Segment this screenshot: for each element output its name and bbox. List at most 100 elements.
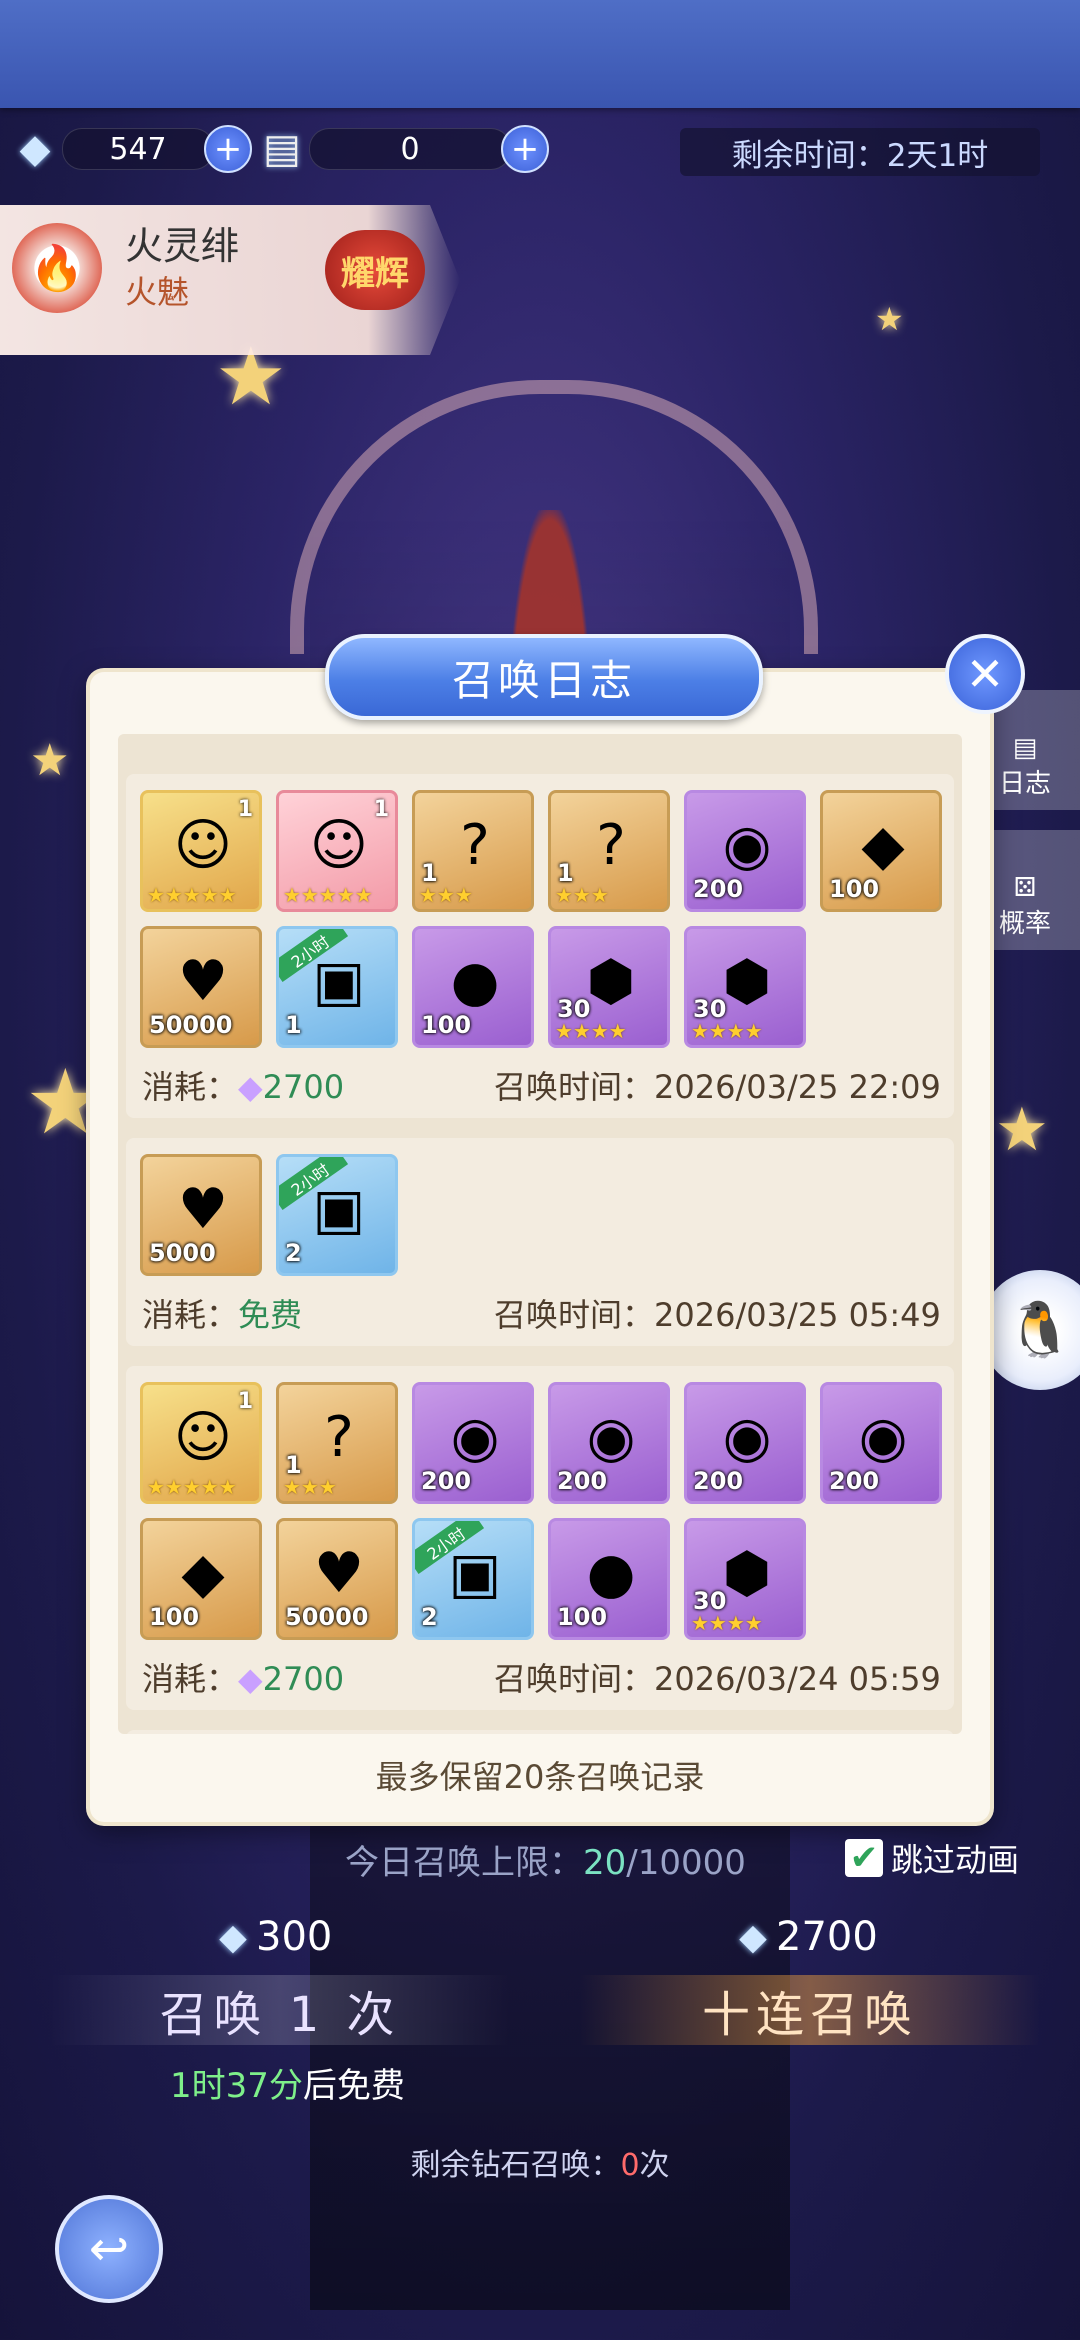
single-cost-value: 300 (256, 1914, 333, 1960)
mystery-box-icon: ? (324, 1404, 354, 1470)
reward-item[interactable]: ⬢ 30 ★★★★ (684, 1518, 806, 1640)
reward-item[interactable]: ♥ 50000 (140, 926, 262, 1048)
remaining-diamond-summons: 剩余钻石召唤：0次 (0, 2140, 1080, 2184)
reward-item[interactable]: ◆ 100 (140, 1518, 262, 1640)
reward-item[interactable]: ⬢ 30 ★★★★ (684, 926, 806, 1048)
record-cost: 消耗：◆2700 (142, 1062, 344, 1108)
red-hair-hero-icon: ☺ (173, 1404, 233, 1470)
star-rating: ★★★★ (555, 1019, 627, 1043)
close-icon: ✕ (965, 647, 1005, 701)
reward-item[interactable]: ◉ 200 (684, 1382, 806, 1504)
star-rating: ★★★ (555, 883, 609, 907)
reward-item[interactable]: ◉ 200 (412, 1382, 534, 1504)
hero-info-card[interactable]: 🔥 火灵绯 火魅 耀辉 (0, 205, 460, 355)
close-button[interactable]: ✕ (945, 634, 1025, 714)
reward-item[interactable]: ? 1 ★★★ (412, 790, 534, 912)
item-quantity: 2 (285, 1239, 302, 1267)
time-label: 召唤时间： (494, 1660, 655, 1698)
record-cost: 消耗：免费 (142, 1290, 302, 1336)
summon-once-button[interactable]: 召唤 1 次 (50, 1975, 510, 2045)
log-icon: ▤ (1012, 733, 1038, 763)
diamond-count: 547 (62, 128, 214, 170)
mystery-box-icon: ? (596, 812, 626, 878)
ticket-count: 0 (309, 128, 511, 170)
check-icon[interactable]: ✔ (845, 1838, 883, 1878)
summon-record: ☺ 1 ★★★★★ ☺ 1 ★★★★★? 1 ★★★? 1 ★★★ ◉ 200 ◆ 100 ♥ 50000 ▣ 2… (126, 774, 954, 1118)
star-rating: ★★★★ (691, 1019, 763, 1043)
reward-item[interactable]: ♥ 50000 (276, 1518, 398, 1640)
diamond-icon: ◆ (238, 1068, 263, 1106)
hero-name: 火灵绯 (125, 224, 240, 268)
record-cost: 消耗：◆2700 (142, 1654, 344, 1700)
time-value: 2026/03/25 05:49 (654, 1296, 941, 1334)
time-value: 2026/03/25 22:09 (654, 1068, 941, 1106)
fire-element-icon: 🔥 (12, 223, 102, 313)
white-hair-hero-icon: ☺ (309, 812, 369, 878)
item-quantity: 200 (421, 1467, 472, 1495)
reward-item[interactable]: ◉ 200 (548, 1382, 670, 1504)
reward-item[interactable]: ? 1 ★★★ (548, 790, 670, 912)
reward-item[interactable]: ☺ 1 ★★★★★ (140, 790, 262, 912)
back-button[interactable]: ↩ (55, 2195, 163, 2303)
time-label: 召唤时间： (494, 1068, 655, 1106)
reward-item[interactable]: ◉ 200 (684, 790, 806, 912)
star-rating: ★★★★★ (147, 1475, 237, 1499)
reward-item[interactable]: ▣ 2小时 1 (276, 926, 398, 1048)
remaining-time-value: 2天1时 (886, 137, 989, 174)
summon-log-dialog: 召唤日志 ✕ ☺ 1 ★★★★★ ☺ 1 ★★★★★? 1 ★★★? 1 ★★★ ◉ 200 ◆ 100 ♥… (90, 634, 1025, 1822)
item-quantity: 200 (557, 1467, 608, 1495)
add-diamond-button[interactable]: + (204, 125, 252, 173)
item-quantity: 200 (829, 1467, 880, 1495)
summon-record: ☺ 1 ★★★★★? 1 ★★★ ◉ 200 ◉ 200 ◉ 200 ◉ 200 ◆ 100 ♥ 50000 ▣ 2… (126, 1366, 954, 1710)
reward-item[interactable]: ▣ 2小时 2 (276, 1154, 398, 1276)
remaining-time-label: 剩余时间： (731, 137, 887, 174)
cost-label: 消耗： (142, 1296, 239, 1334)
star-rating: ★★★ (283, 1475, 337, 1499)
penguin-icon[interactable]: 🐧 (980, 1270, 1080, 1390)
reward-item[interactable]: ☺ 1 ★★★★★ (276, 790, 398, 912)
hero-title: 火魅 (125, 273, 190, 311)
reward-item[interactable]: ● 100 (412, 926, 534, 1048)
top-bar (0, 0, 1080, 108)
side-rate-label: 概率 (998, 909, 1051, 939)
cost-value: 免费 (238, 1296, 303, 1334)
reward-item[interactable]: ◆ 100 (820, 790, 942, 912)
item-quantity: 50000 (149, 1011, 233, 1039)
summon-once-label: 召唤 1 次 (159, 1987, 401, 2043)
item-quantity: 1 (285, 1011, 302, 1039)
remaining-time: 剩余时间： 2天1时 (680, 128, 1040, 176)
free-countdown-time: 1时37分 (170, 2066, 303, 2106)
hero-level: 1 (373, 797, 389, 822)
daily-limit-count: 20 (583, 1843, 627, 1883)
ten-cost-value: 2700 (776, 1914, 878, 1960)
summon-record: ♥ 5000 ▣ 2小时 2 消耗：免费 召唤时间：2026/03/25 05:49 (126, 1138, 954, 1346)
add-ticket-button[interactable]: + (501, 125, 549, 173)
reward-item[interactable]: ☺ 1 ★★★★★ (140, 1382, 262, 1504)
item-quantity: 5000 (149, 1239, 216, 1267)
reward-item[interactable]: ⬢ 30 ★★★★ (548, 926, 670, 1048)
summon-record-partial (126, 1730, 954, 1734)
diamond-icon: ◆ (739, 1916, 767, 1958)
daily-limit: 今日召唤上限：20/10000 (345, 1835, 746, 1884)
star-rating: ★★★ (419, 883, 473, 907)
record-list[interactable]: ☺ 1 ★★★★★ ☺ 1 ★★★★★? 1 ★★★? 1 ★★★ ◉ 200 ◆ 100 ♥ 50000 ▣ 2… (118, 734, 962, 1734)
free-countdown: 1时37分后免费 (170, 2058, 405, 2107)
reward-item[interactable]: ◉ 200 (820, 1382, 942, 1504)
item-quantity: 100 (149, 1603, 200, 1631)
record-time: 召唤时间：2026/03/25 22:09 (494, 1062, 941, 1108)
diamond-icon: ◆ (238, 1660, 263, 1698)
reward-item[interactable]: ▣ 2小时 2 (412, 1518, 534, 1640)
diamond-resource: ◆ 547 + (8, 124, 252, 174)
back-arrow-icon: ↩ (88, 2221, 130, 2277)
cost-label: 消耗： (142, 1068, 239, 1106)
skip-animation-toggle[interactable]: ✔ 跳过动画 (845, 1835, 1019, 1881)
summon-ten-button[interactable]: 十连召唤 (580, 1975, 1040, 2045)
cost-value: 2700 (262, 1068, 345, 1106)
time-value: 2026/03/24 05:59 (654, 1660, 941, 1698)
red-hair-hero-icon: ☺ (173, 812, 233, 878)
reward-item[interactable]: ? 1 ★★★ (276, 1382, 398, 1504)
reward-item[interactable]: ● 100 (548, 1518, 670, 1640)
reward-item[interactable]: ♥ 5000 (140, 1154, 262, 1276)
ticket-icon: ▤ (263, 126, 301, 172)
star-decoration: ★ (875, 300, 904, 338)
